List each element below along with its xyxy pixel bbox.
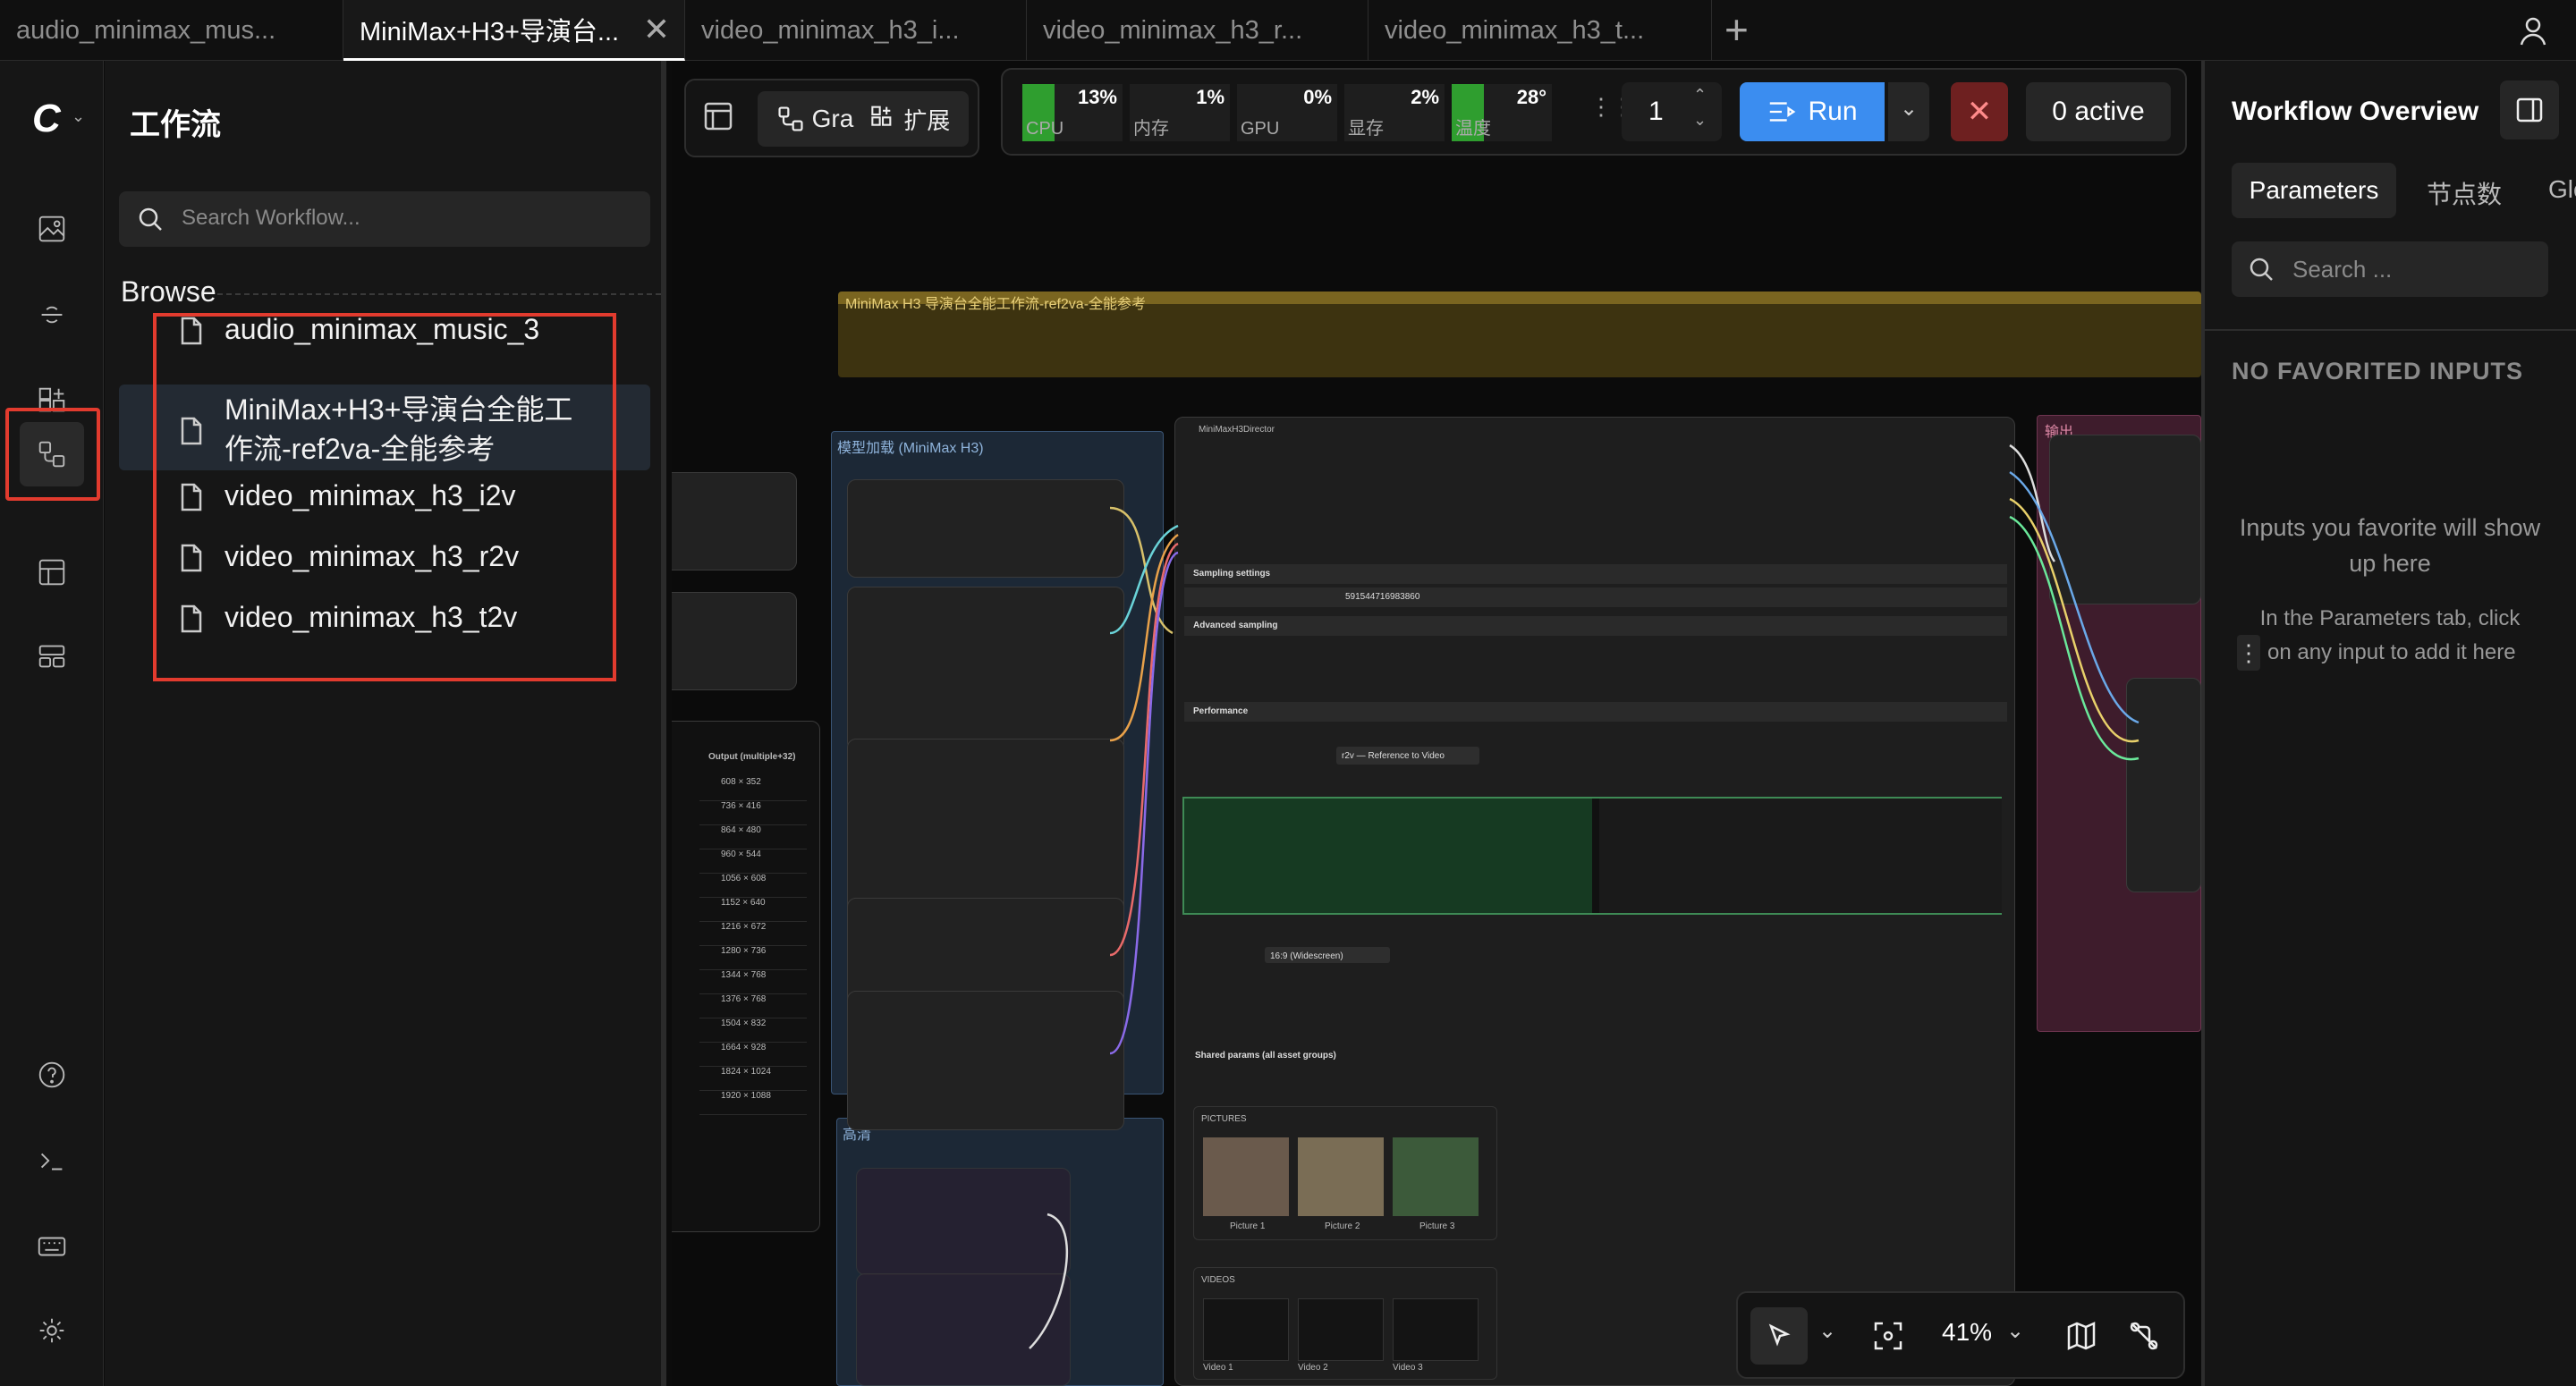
tab-node-count[interactable]: 节点数 <box>2427 175 2502 211</box>
apps-icon[interactable] <box>20 624 84 689</box>
queue-count: 1 <box>1648 97 1664 126</box>
stat-fill-bar <box>1237 84 1239 141</box>
tab-video-minimax-r2v[interactable]: video_minimax_h3_r... <box>1027 0 1368 61</box>
activity-rail: C ⌄ <box>0 61 104 1386</box>
new-tab-button[interactable]: + <box>1724 5 1749 54</box>
tab-label: audio_minimax_mus... <box>16 15 276 45</box>
run-list-icon <box>1770 102 1796 122</box>
keyboard-icon[interactable] <box>20 1214 84 1279</box>
zoom-level[interactable]: 41% <box>1942 1318 1992 1347</box>
extensions-icon <box>871 106 892 126</box>
stat-fill-bar <box>1344 84 1347 141</box>
graph-toolbar: Gra 扩展 <box>684 79 979 157</box>
empty-message: Inputs you favorite will show up here <box>2239 514 2541 577</box>
canvas-controls: ⌄ 41% ⌄ <box>1736 1291 2185 1379</box>
panel-divider <box>2205 329 2576 331</box>
image-gallery-icon[interactable] <box>20 197 84 261</box>
run-label: Run <box>1808 97 1858 126</box>
browse-list-highlight <box>153 313 616 681</box>
hide-links-icon[interactable] <box>2128 1320 2160 1356</box>
tab-label: MiniMax+H3+导演台... <box>360 17 620 46</box>
stat-value: 0% <box>1303 86 1332 108</box>
workflow-overview-panel: Workflow Overview Parameters 节点数 Glo Sea… <box>2201 61 2576 1386</box>
comfy-logo-icon[interactable]: C <box>32 97 61 141</box>
search-placeholder: Search Workflow... <box>182 206 360 230</box>
empty-hint-line2: on any input to add it here <box>2267 640 2516 664</box>
graph-label: Gra <box>811 105 854 132</box>
increment-icon[interactable]: ⌃ <box>1693 86 1707 105</box>
section-divider <box>217 293 661 295</box>
stat-1: 1% 内存 <box>1130 84 1230 141</box>
tab-minimax-director[interactable]: MiniMax+H3+导演台... ✕ <box>343 0 685 61</box>
system-stats: 13% CPU 1% 内存 0% GPU 2% 显存 28° 温度 <box>1022 84 1559 141</box>
empty-hint-line1: In the Parameters tab, click <box>2259 606 2521 630</box>
decrement-icon[interactable]: ⌄ <box>1693 111 1707 130</box>
tab-global[interactable]: Glo <box>2548 175 2576 204</box>
run-toolbar: 13% CPU 1% 内存 0% GPU 2% 显存 28° 温度 ⋮⋮ 1 ⌃ ⌄ Run ⌄ … <box>1001 68 2187 156</box>
empty-title: NO FAVORITED INPUTS <box>2232 358 2524 385</box>
settings-gear-icon[interactable] <box>20 1298 84 1363</box>
stat-value: 2% <box>1411 86 1439 108</box>
tab-video-minimax-i2v[interactable]: video_minimax_h3_i... <box>685 0 1027 61</box>
search-placeholder: Search ... <box>2292 256 2393 283</box>
stat-label: 显存 <box>1348 119 1384 139</box>
search-icon <box>2250 258 2273 281</box>
stat-value: 28° <box>1516 86 1546 108</box>
minimap-icon[interactable] <box>2065 1320 2097 1356</box>
wire-layer <box>1029 444 2140 1349</box>
layout-toggle-icon[interactable] <box>702 100 738 136</box>
terminal-icon[interactable] <box>20 1128 84 1193</box>
parameter-search-input[interactable]: Search ... <box>2232 241 2548 297</box>
help-icon[interactable] <box>20 1043 84 1107</box>
model-library-icon[interactable] <box>20 283 84 347</box>
tab-audio-minimax-music[interactable]: audio_minimax_mus... <box>0 0 343 61</box>
tab-label: video_minimax_h3_i... <box>701 15 960 45</box>
run-button[interactable]: Run <box>1740 82 1885 141</box>
stat-0: 13% CPU <box>1022 84 1123 141</box>
stat-4: 28° 温度 <box>1452 84 1552 141</box>
toggle-panel-icon[interactable] <box>2500 80 2559 139</box>
stat-value: 1% <box>1196 86 1224 108</box>
active-label: 0 active <box>2052 97 2145 126</box>
browse-section-title: Browse <box>121 275 216 308</box>
workflow-search-input[interactable]: Search Workflow... <box>119 191 650 247</box>
search-icon <box>139 207 162 231</box>
tab-label: Parameters <box>2249 176 2379 204</box>
stat-value: 13% <box>1077 86 1117 108</box>
drag-handle-icon[interactable]: ⋮⋮ <box>1589 93 1634 129</box>
stat-2: 0% GPU <box>1237 84 1337 141</box>
select-tool-icon[interactable] <box>1750 1307 1808 1365</box>
more-options-icon: ⋮ <box>2237 635 2260 671</box>
templates-icon[interactable] <box>20 540 84 604</box>
extend-label: 扩展 <box>903 106 951 134</box>
stat-fill-bar <box>1130 84 1131 141</box>
chevron-down-icon[interactable]: ⌄ <box>72 107 85 126</box>
run-options-chevron-icon[interactable]: ⌄ <box>1888 82 1929 141</box>
tab-bar: audio_minimax_mus... MiniMax+H3+导演台... ✕ … <box>0 0 2576 61</box>
stat-3: 2% 显存 <box>1344 84 1445 141</box>
stat-label: 内存 <box>1133 119 1169 139</box>
sidebar-title: 工作流 <box>130 108 221 142</box>
graph-canvas[interactable]: MiniMax H3 导演台全能工作流-ref2va-全能参考 模型加载 (Mi… <box>672 61 2201 1386</box>
tool-chevron-icon[interactable]: ⌄ <box>1818 1318 1836 1344</box>
stop-button[interactable]: ✕ <box>1951 82 2008 141</box>
stat-label: GPU <box>1241 119 1280 139</box>
graph-icon <box>778 106 803 131</box>
fit-view-icon[interactable] <box>1872 1320 1904 1356</box>
graph-extend-pill[interactable]: Gra 扩展 <box>758 91 969 147</box>
tab-label: video_minimax_h3_t... <box>1385 15 1645 45</box>
tab-label: video_minimax_h3_r... <box>1043 15 1303 45</box>
close-tab-icon[interactable]: ✕ <box>643 11 670 48</box>
tab-video-minimax-t2v[interactable]: video_minimax_h3_t... <box>1368 0 1712 61</box>
zoom-chevron-icon[interactable]: ⌄ <box>2006 1318 2024 1344</box>
queue-count-stepper[interactable]: 1 ⌃ ⌄ <box>1622 82 1722 141</box>
user-icon[interactable] <box>2515 13 2551 48</box>
stat-label: CPU <box>1026 119 1064 139</box>
tab-parameters[interactable]: Parameters <box>2232 163 2396 218</box>
workflows-sidebar: 工作流 Search Workflow... Browse audio_mini… <box>105 61 666 1386</box>
panel-title: Workflow Overview <box>2232 97 2479 126</box>
active-queue-button[interactable]: 0 active <box>2026 82 2171 141</box>
workflows-icon[interactable] <box>20 422 84 486</box>
stat-label: 温度 <box>1455 119 1491 139</box>
